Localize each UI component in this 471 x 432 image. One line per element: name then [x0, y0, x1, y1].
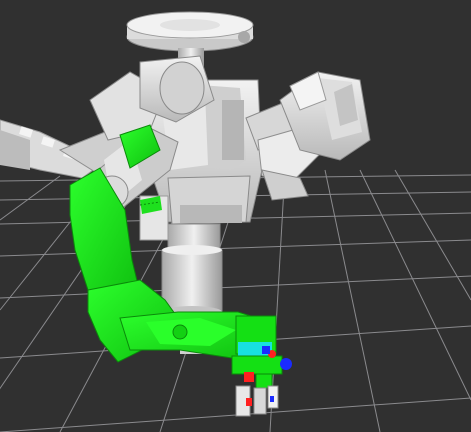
3d-viewport[interactable]	[0, 0, 471, 432]
gripper[interactable]	[231, 315, 292, 417]
right-arm[interactable]	[245, 71, 371, 201]
scene-canvas[interactable]	[0, 0, 471, 432]
